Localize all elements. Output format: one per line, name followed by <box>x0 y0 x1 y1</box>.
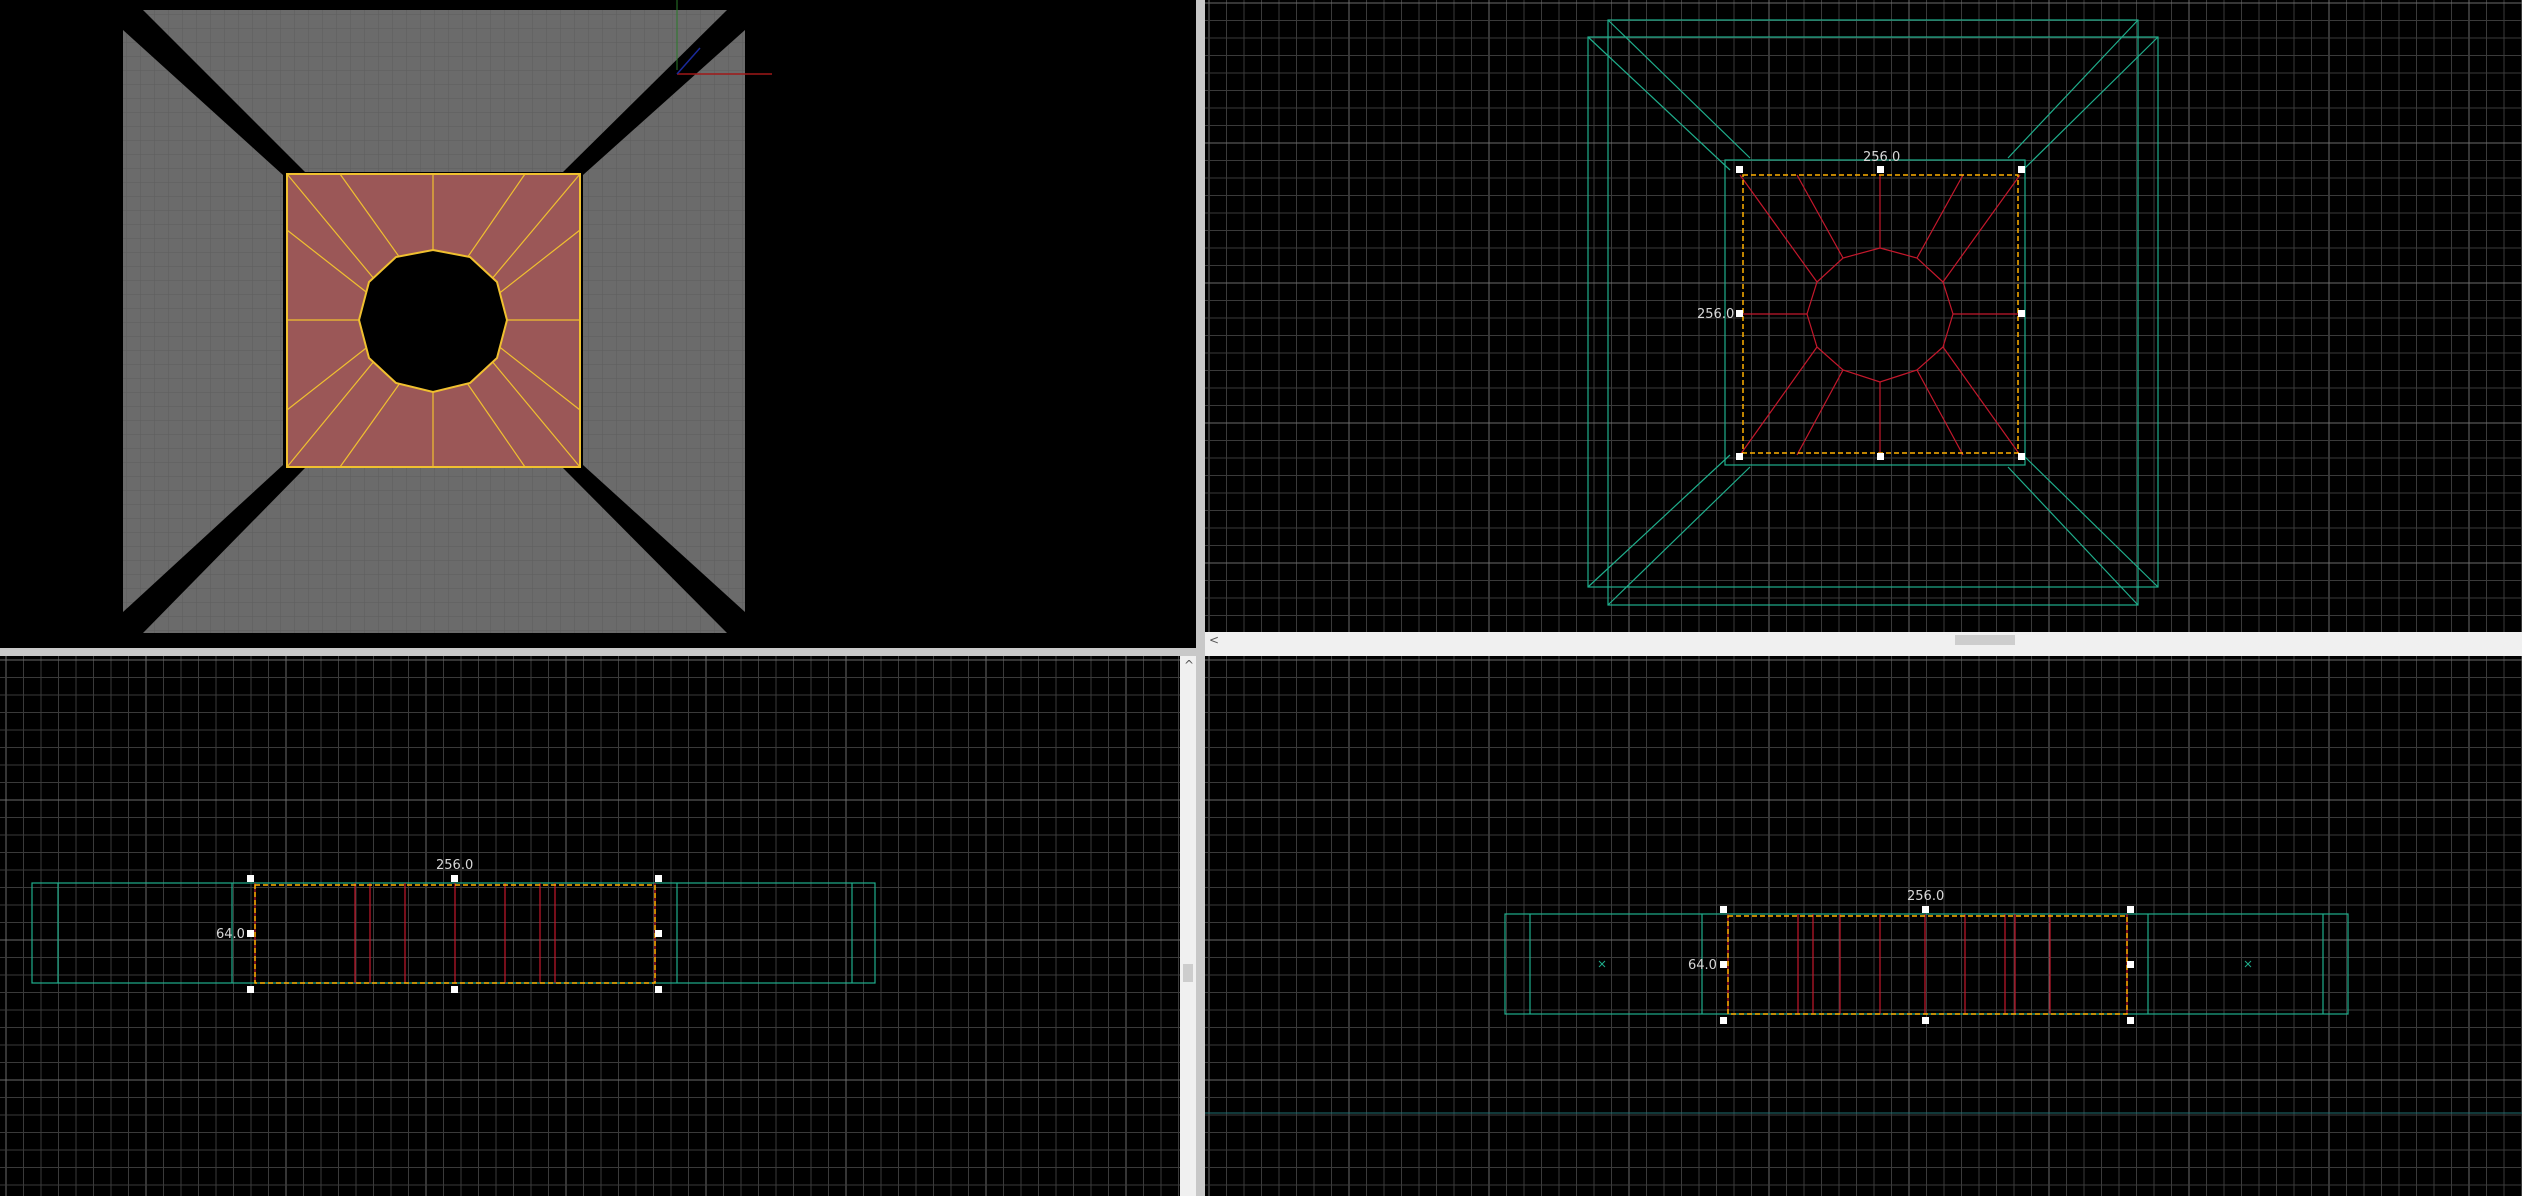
side-grid: 256.0 64.0 <box>1205 656 2522 1196</box>
scroll-left-arrow[interactable]: < <box>1209 633 1219 647</box>
grid-lines <box>1205 656 2522 1196</box>
vscroll-thumb[interactable] <box>1183 964 1193 982</box>
inner-brush <box>1739 174 2021 456</box>
top-viewport-2d[interactable]: 256.0 256.0 <box>1205 0 2522 632</box>
scroll-thumb[interactable] <box>1955 635 2015 645</box>
front-vertical-scrollbar[interactable]: ^ <box>1180 656 1196 1196</box>
front-outer-brush <box>31 882 876 984</box>
top-height-label: 256.0 <box>1697 307 1734 322</box>
grid-lines <box>0 656 1180 1196</box>
horizontal-splitter-right[interactable] <box>1205 648 2522 656</box>
vertical-splitter[interactable] <box>1196 0 1205 1196</box>
side-height-label: 64.0 <box>1688 958 1717 973</box>
front-inner-brush <box>254 883 656 983</box>
top-width-label: 256.0 <box>1863 150 1900 165</box>
horizontal-splitter-left[interactable] <box>0 648 1205 656</box>
front-viewport-2d[interactable]: 256.0 64.0 <box>0 656 1180 1196</box>
top-horizontal-scrollbar[interactable]: < <box>1205 632 2522 648</box>
front-grid: 256.0 64.0 <box>0 656 1180 1196</box>
scroll-up-arrow[interactable]: ^ <box>1184 658 1194 672</box>
side-selection-box <box>1727 915 2128 1015</box>
front-height-label: 64.0 <box>216 927 245 942</box>
side-width-label: 256.0 <box>1907 889 1944 904</box>
side-viewport-2d[interactable]: 256.0 64.0 <box>1205 656 2522 1196</box>
grid-lines <box>1205 0 2522 632</box>
camera-viewport-3d[interactable] <box>0 0 1196 648</box>
front-width-label: 256.0 <box>436 858 473 873</box>
side-inner-brush <box>1727 914 2128 1014</box>
camera-render <box>123 0 772 633</box>
top-grid: 256.0 256.0 <box>1205 0 2522 632</box>
